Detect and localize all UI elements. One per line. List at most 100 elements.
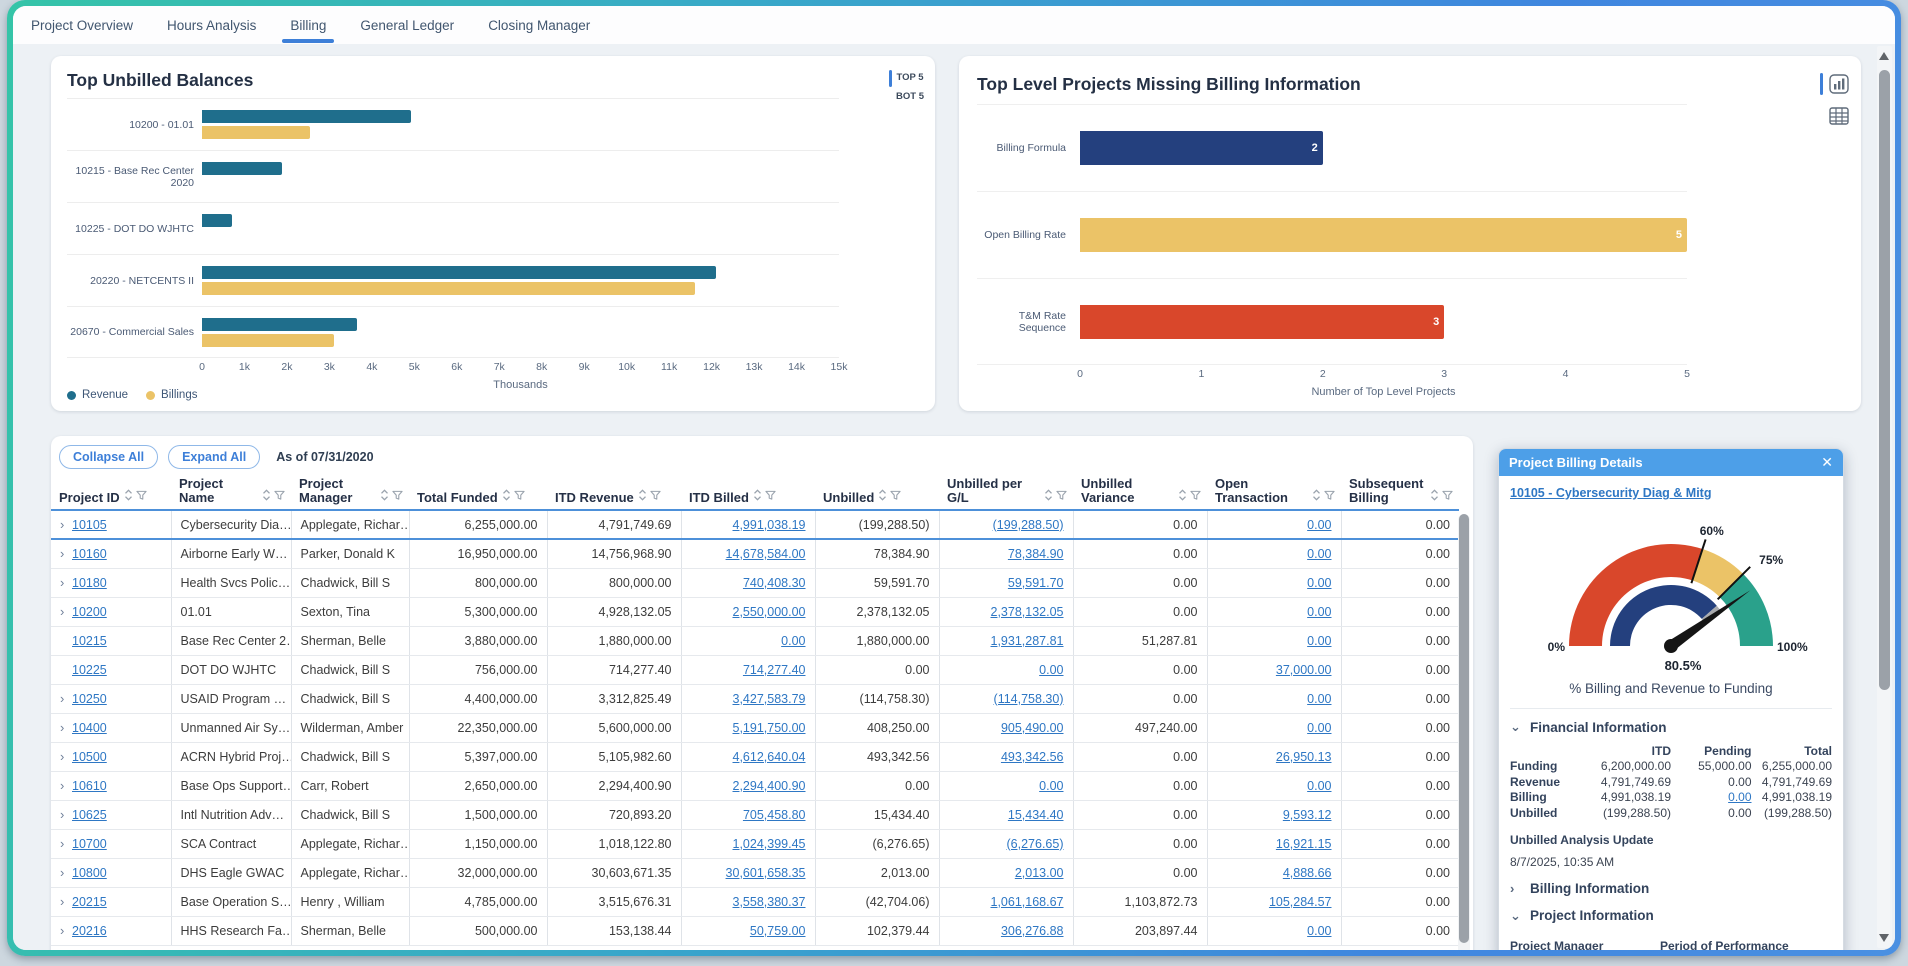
project-detail-link[interactable]: 10105 - Cybersecurity Diag & Mitg <box>1510 486 1711 500</box>
column-header-total-funded[interactable]: Total Funded <box>409 475 547 510</box>
sort-icon[interactable] <box>380 489 389 504</box>
itd-billed-cell-link[interactable]: 3,558,380.37 <box>733 895 806 909</box>
unbilled-per-gl-cell-link[interactable]: (199,288.50) <box>993 518 1064 532</box>
filter-icon[interactable] <box>392 489 403 504</box>
unbilled-per-gl-cell-link[interactable]: 493,342.56 <box>1001 750 1064 764</box>
itd-billed-cell-link[interactable]: 30,601,658.35 <box>726 866 806 880</box>
project-id-link[interactable]: 10105 <box>72 518 107 532</box>
open-transaction-cell-link[interactable]: 0.00 <box>1307 547 1331 561</box>
bar-billings[interactable] <box>202 126 310 139</box>
itd-billed-cell-link[interactable]: 4,612,640.04 <box>733 750 806 764</box>
table-scrollbar-thumb[interactable] <box>1459 514 1469 943</box>
column-header-itd-billed[interactable]: ITD Billed <box>681 475 815 510</box>
sort-icon[interactable] <box>753 489 762 504</box>
column-header-subsequent-billing[interactable]: Subsequent Billing <box>1341 475 1459 510</box>
project-id-link[interactable]: 10215 <box>72 634 107 648</box>
bar-revenue[interactable] <box>202 266 716 279</box>
bar-revenue[interactable] <box>202 110 411 123</box>
project-id-link[interactable]: 10160 <box>72 547 107 561</box>
scroll-down-arrow-icon[interactable] <box>1879 934 1889 942</box>
sort-icon[interactable] <box>1044 489 1053 504</box>
toggle-bot5[interactable]: BOT 5 <box>893 89 927 108</box>
project-id-link[interactable]: 10625 <box>72 808 107 822</box>
open-transaction-cell-link[interactable]: 37,000.00 <box>1276 663 1332 677</box>
sort-icon[interactable] <box>262 489 271 504</box>
project-id-link[interactable]: 10800 <box>72 866 107 880</box>
bar-billing-formula[interactable]: 2 <box>1080 131 1323 165</box>
itd-billed-cell-link[interactable]: 714,277.40 <box>743 663 806 677</box>
open-transaction-cell-link[interactable]: 0.00 <box>1307 779 1331 793</box>
column-header-project-id[interactable]: Project ID <box>51 475 171 510</box>
close-icon[interactable]: ✕ <box>1821 454 1833 471</box>
open-transaction-cell-link[interactable]: 0.00 <box>1307 924 1331 938</box>
unbilled-per-gl-cell-link[interactable]: 306,276.88 <box>1001 924 1064 938</box>
filter-icon[interactable] <box>274 489 285 504</box>
toggle-top5[interactable]: TOP 5 <box>893 70 927 89</box>
bar-open-billing-rate[interactable]: 5 <box>1080 218 1687 252</box>
unbilled-per-gl-cell-link[interactable]: 15,434.40 <box>1008 808 1064 822</box>
tab-closing-manager[interactable]: Closing Manager <box>486 8 592 43</box>
row-expand-icon[interactable]: › <box>60 865 67 880</box>
sort-icon[interactable] <box>1430 489 1439 504</box>
unbilled-per-gl-cell-link[interactable]: (6,276.65) <box>1007 837 1064 851</box>
main-scrollbar-thumb[interactable] <box>1879 70 1890 690</box>
unbilled-per-gl-cell-link[interactable]: 1,931,287.81 <box>991 634 1064 648</box>
filter-icon[interactable] <box>650 489 661 504</box>
unbilled-per-gl-cell-link[interactable]: 1,061,168.67 <box>991 895 1064 909</box>
itd-billed-cell-link[interactable]: 4,991,038.19 <box>733 518 806 532</box>
open-transaction-cell-link[interactable]: 26,950.13 <box>1276 750 1332 764</box>
open-transaction-cell-link[interactable]: 105,284.57 <box>1269 895 1332 909</box>
row-expand-icon[interactable]: › <box>60 517 67 532</box>
itd-billed-cell-link[interactable]: 0.00 <box>781 634 805 648</box>
billing-section-header[interactable]: › Billing Information <box>1510 881 1832 896</box>
filter-icon[interactable] <box>1442 489 1453 504</box>
itd-billed-cell-link[interactable]: 2,550,000.00 <box>733 605 806 619</box>
open-transaction-cell-link[interactable]: 0.00 <box>1307 518 1331 532</box>
open-transaction-cell-link[interactable]: 0.00 <box>1307 634 1331 648</box>
legend-item[interactable]: Billings <box>146 389 197 401</box>
row-expand-icon[interactable]: › <box>60 836 67 851</box>
scroll-up-arrow-icon[interactable] <box>1879 52 1889 60</box>
row-expand-icon[interactable]: › <box>60 604 67 619</box>
column-header-open-transaction[interactable]: Open Transaction <box>1207 475 1341 510</box>
unbilled-per-gl-cell-link[interactable]: (114,758.30) <box>994 692 1064 706</box>
bar-revenue[interactable] <box>202 318 357 331</box>
unbilled-per-gl-cell-link[interactable]: 59,591.70 <box>1008 576 1064 590</box>
filter-icon[interactable] <box>1190 489 1201 504</box>
column-header-itd-revenue[interactable]: ITD Revenue <box>547 475 681 510</box>
filter-icon[interactable] <box>136 489 147 504</box>
column-header-unbilled[interactable]: Unbilled <box>815 475 939 510</box>
filter-icon[interactable] <box>890 489 901 504</box>
project-id-link[interactable]: 10180 <box>72 576 107 590</box>
row-expand-icon[interactable]: › <box>60 691 67 706</box>
filter-icon[interactable] <box>514 489 525 504</box>
column-header-project-name[interactable]: Project Name <box>171 475 291 510</box>
filter-icon[interactable] <box>765 489 776 504</box>
bar-revenue[interactable] <box>202 162 282 175</box>
row-expand-icon[interactable]: › <box>60 778 67 793</box>
financial-section-header[interactable]: ⌄ Financial Information <box>1510 719 1832 735</box>
open-transaction-cell-link[interactable]: 9,593.12 <box>1283 808 1332 822</box>
sort-icon[interactable] <box>878 489 887 504</box>
bar-chart-view-icon[interactable] <box>1829 74 1849 94</box>
legend-item[interactable]: Revenue <box>67 389 128 401</box>
financial-pending-link[interactable]: 0.00 <box>1728 790 1751 804</box>
project-id-link[interactable]: 20216 <box>72 924 107 938</box>
project-id-link[interactable]: 10500 <box>72 750 107 764</box>
row-expand-icon[interactable]: › <box>60 807 67 822</box>
unbilled-per-gl-cell-link[interactable]: 0.00 <box>1039 779 1063 793</box>
row-expand-icon[interactable]: › <box>60 575 67 590</box>
bar-billings[interactable] <box>202 282 695 295</box>
sort-icon[interactable] <box>502 489 511 504</box>
collapse-all-button[interactable]: Collapse All <box>59 445 158 469</box>
sort-icon[interactable] <box>638 489 647 504</box>
open-transaction-cell-link[interactable]: 0.00 <box>1307 576 1331 590</box>
sort-icon[interactable] <box>1178 489 1187 504</box>
itd-billed-cell-link[interactable]: 1,024,399.45 <box>733 837 806 851</box>
tab-general-ledger[interactable]: General Ledger <box>358 8 456 43</box>
project-id-link[interactable]: 10200 <box>72 605 107 619</box>
open-transaction-cell-link[interactable]: 16,921.15 <box>1276 837 1332 851</box>
unbilled-per-gl-cell-link[interactable]: 2,378,132.05 <box>991 605 1064 619</box>
project-id-link[interactable]: 10250 <box>72 692 107 706</box>
tab-project-overview[interactable]: Project Overview <box>29 8 135 43</box>
